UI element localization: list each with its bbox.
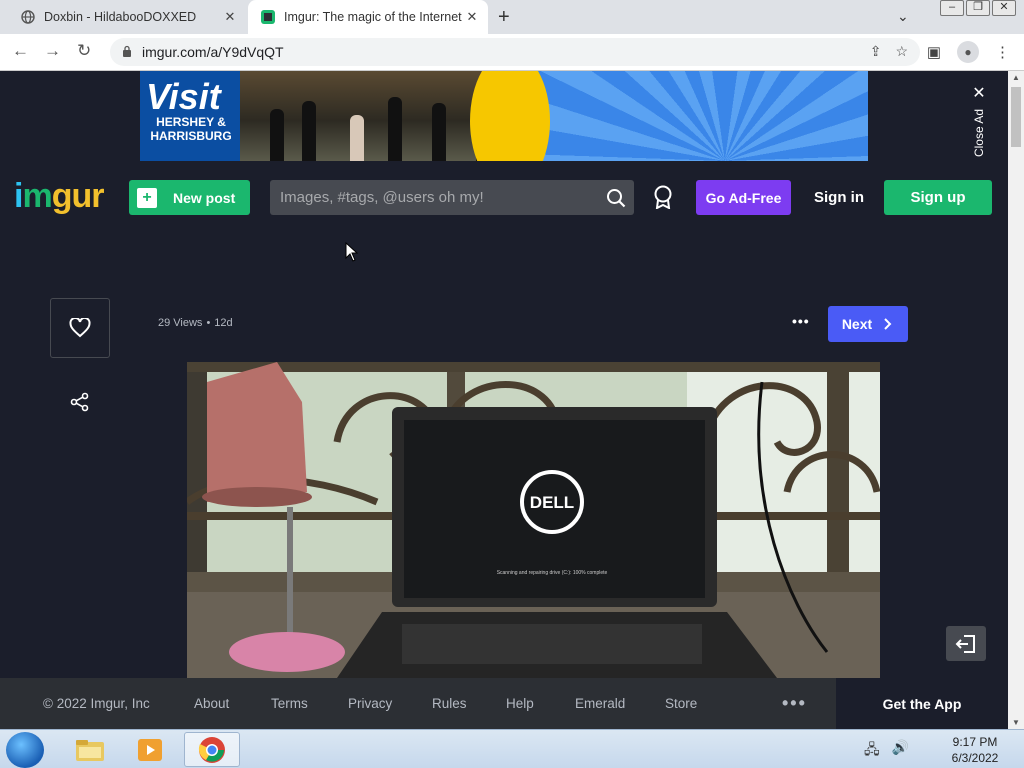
media-player-icon[interactable] xyxy=(122,732,178,767)
network-icon[interactable]: 🖧 xyxy=(864,739,880,763)
close-ad-icon[interactable]: ✕ xyxy=(968,83,990,103)
chevron-right-icon xyxy=(884,318,892,330)
laptop-logo-text: DELL xyxy=(530,493,574,512)
back-icon[interactable]: ← xyxy=(12,41,29,61)
tab-title: Imgur: The magic of the Internet xyxy=(284,10,462,24)
next-label: Next xyxy=(841,316,873,332)
tab-doxbin[interactable]: Doxbin - HildabooDOXXED ✕ xyxy=(8,0,246,34)
address-bar-row: ← → ↻ imgur.com/a/Y9dVqQT ⇪ ☆ ▣ ● ⋮ xyxy=(0,34,1024,71)
footer-link-terms[interactable]: Terms xyxy=(271,696,308,711)
tab-search-chevron-icon[interactable]: ⌄ xyxy=(897,8,909,25)
globe-icon xyxy=(20,9,36,25)
restore-icon[interactable]: ❐ xyxy=(966,0,990,16)
sign-up-button[interactable]: Sign up xyxy=(884,180,992,215)
ad-text-block: Visit HERSHEY & HARRISBURG xyxy=(140,71,240,161)
start-button-icon[interactable] xyxy=(6,732,44,768)
system-tray: 🖧 🔊 xyxy=(864,739,909,763)
new-tab-icon[interactable]: + xyxy=(498,6,510,29)
minimize-icon[interactable]: – xyxy=(940,0,964,16)
share-page-icon[interactable]: ⇪ xyxy=(870,43,882,60)
side-panel-icon[interactable]: ▣ xyxy=(927,43,941,61)
sign-in-link[interactable]: Sign in xyxy=(814,189,864,206)
omnibox[interactable]: imgur.com/a/Y9dVqQT ⇪ ☆ xyxy=(110,38,920,66)
ad-sunburst-graphic xyxy=(470,71,868,161)
screen-status-text: Scanning and repairing drive (C:): 100% … xyxy=(497,570,608,576)
lock-icon[interactable] xyxy=(122,45,132,60)
ad-banner[interactable]: Visit HERSHEY & HARRISBURG xyxy=(140,71,868,161)
post-age: 12d xyxy=(214,317,233,329)
plus-icon: + xyxy=(137,187,157,208)
new-post-button[interactable]: + New post xyxy=(129,180,250,215)
search-icon[interactable] xyxy=(598,188,634,208)
tab-imgur[interactable]: Imgur: The magic of the Internet ✕ xyxy=(248,0,488,34)
close-tab-icon[interactable]: ✕ xyxy=(220,9,240,25)
get-the-app-button[interactable]: Get the App xyxy=(836,678,1008,729)
post-options-icon[interactable]: ••• xyxy=(792,313,810,329)
page-scrollbar[interactable]: ▲ ▼ xyxy=(1008,71,1024,729)
exit-icon xyxy=(955,634,975,653)
ad-headline: Visit xyxy=(146,76,221,117)
imgur-logo[interactable]: imgur xyxy=(14,177,105,216)
clock-date: 6/3/2022 xyxy=(951,751,999,765)
search-bar[interactable] xyxy=(270,180,634,215)
footer-link-privacy[interactable]: Privacy xyxy=(348,696,392,711)
url-text: imgur.com/a/Y9dVqQT xyxy=(142,44,284,60)
favorite-button[interactable] xyxy=(50,298,110,358)
close-tab-icon[interactable]: ✕ xyxy=(462,9,482,25)
windows-taskbar: 🖧 🔊 9:17 PM 6/3/2022 xyxy=(0,729,1024,768)
reload-icon[interactable]: ↻ xyxy=(77,41,91,61)
view-count: 29 Views xyxy=(158,317,203,329)
post-meta: 29 Views • 12d xyxy=(158,317,233,329)
awards-ribbon-icon[interactable] xyxy=(652,185,674,214)
post-image[interactable]: DELL Scanning and repairing drive (C:): … xyxy=(187,362,880,678)
browser-tab-bar: Doxbin - HildabooDOXXED ✕ Imgur: The mag… xyxy=(0,0,1024,34)
copyright-text: © 2022 Imgur, Inc xyxy=(43,696,150,711)
search-input[interactable] xyxy=(270,189,598,206)
exit-fullscreen-button[interactable] xyxy=(946,626,986,661)
window-controls: – ❐ ✕ xyxy=(938,0,1016,16)
close-ad-button[interactable]: ✕ Close Ad xyxy=(968,83,990,160)
close-window-icon[interactable]: ✕ xyxy=(992,0,1016,16)
ad-subline: HERSHEY & HARRISBURG xyxy=(150,115,232,143)
mouse-cursor-icon xyxy=(345,242,359,262)
scrollbar-thumb[interactable] xyxy=(1011,87,1021,147)
footer-link-about[interactable]: About xyxy=(194,696,229,711)
heart-icon xyxy=(69,318,91,338)
footer-more-icon[interactable]: ••• xyxy=(782,693,807,714)
scroll-up-icon[interactable]: ▲ xyxy=(1012,73,1020,82)
profile-avatar-icon[interactable]: ● xyxy=(957,41,979,63)
next-post-button[interactable]: Next xyxy=(828,306,908,342)
footer-link-rules[interactable]: Rules xyxy=(432,696,467,711)
close-ad-label: Close Ad xyxy=(972,109,986,158)
imgur-page: Visit HERSHEY & HARRISBURG ✕ Close Ad im… xyxy=(0,71,1008,678)
go-ad-free-button[interactable]: Go Ad-Free xyxy=(696,180,791,215)
bookmark-star-icon[interactable]: ☆ xyxy=(895,43,908,60)
site-footer: © 2022 Imgur, Inc About Terms Privacy Ru… xyxy=(0,678,1008,729)
taskbar-clock[interactable]: 9:17 PM 6/3/2022 xyxy=(940,734,1010,766)
file-explorer-icon[interactable] xyxy=(62,732,118,767)
share-icon xyxy=(70,392,89,412)
footer-link-store[interactable]: Store xyxy=(665,696,697,711)
menu-kebab-icon[interactable]: ⋮ xyxy=(995,43,1010,61)
imgur-favicon-icon xyxy=(260,9,276,25)
new-post-label: New post xyxy=(173,189,236,206)
forward-icon[interactable]: → xyxy=(44,41,61,61)
share-button[interactable] xyxy=(70,392,90,417)
footer-link-help[interactable]: Help xyxy=(506,696,534,711)
chrome-taskbar-icon[interactable] xyxy=(184,732,240,767)
clock-time: 9:17 PM xyxy=(952,735,998,749)
scroll-down-icon[interactable]: ▼ xyxy=(1012,718,1020,727)
tab-title: Doxbin - HildabooDOXXED xyxy=(44,10,197,24)
volume-icon[interactable]: 🔊 xyxy=(892,739,909,763)
footer-link-emerald[interactable]: Emerald xyxy=(575,696,625,711)
